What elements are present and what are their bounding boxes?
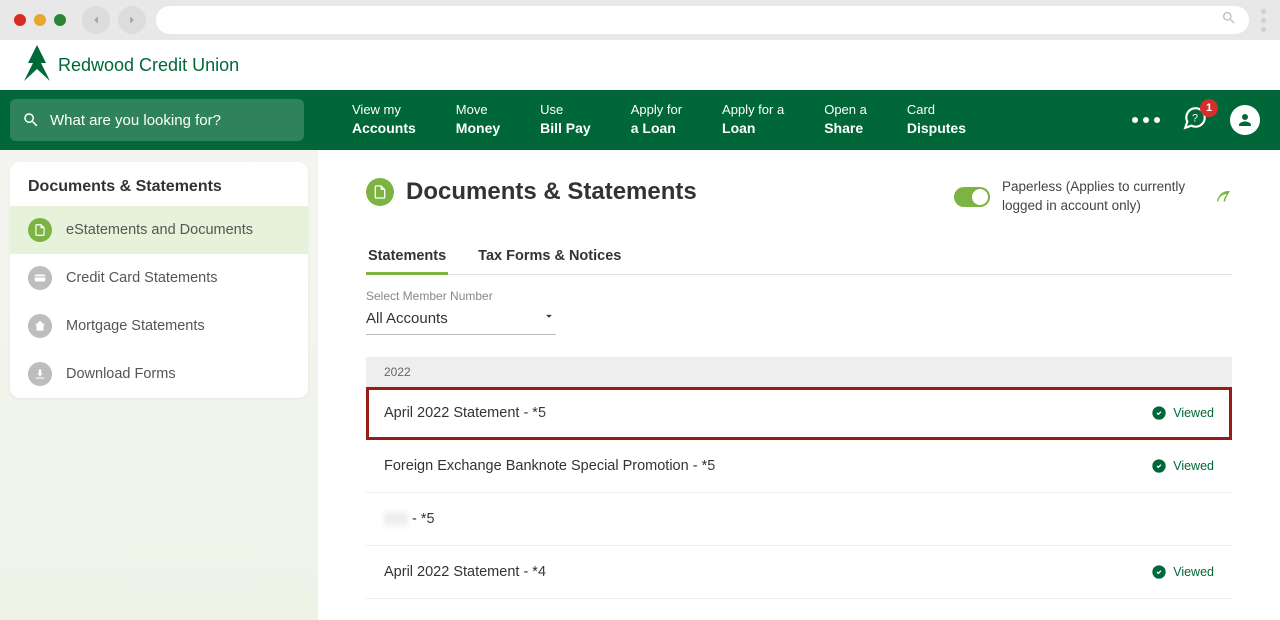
logo-bar: Redwood Credit Union (0, 40, 1280, 90)
card-icon (28, 266, 52, 290)
sidebar-item-label: Credit Card Statements (66, 270, 218, 286)
year-header: 2022 (366, 357, 1232, 387)
document-title: Foreign Exchange Banknote Special Promot… (384, 458, 747, 474)
sidebar-card: Documents & Statements eStatements and D… (10, 162, 308, 398)
viewed-status: Viewed (1151, 564, 1214, 580)
nav-openshare[interactable]: Open aShare (804, 90, 887, 150)
search-icon (1221, 10, 1237, 31)
sidebar-item-mortgage[interactable]: Mortgage Statements (10, 302, 308, 350)
person-icon (1236, 111, 1254, 129)
select-label: Select Member Number (366, 289, 1232, 303)
main-nav: View myAccounts MoveMoney UseBill Pay Ap… (0, 90, 1280, 150)
search-icon (22, 111, 40, 129)
nav-applyloan2[interactable]: Apply for aLoan (702, 90, 804, 150)
logo[interactable]: Redwood Credit Union (24, 45, 239, 86)
sidebar-item-label: eStatements and Documents (66, 222, 253, 238)
search-wrapper[interactable] (10, 99, 304, 141)
tab-taxforms[interactable]: Tax Forms & Notices (476, 240, 623, 274)
maximize-window-button[interactable] (54, 14, 66, 26)
url-bar[interactable] (156, 6, 1249, 34)
check-circle-icon (1151, 564, 1167, 580)
sidebar-item-download[interactable]: Download Forms (10, 350, 308, 398)
paperless-label: Paperless (Applies to currently logged i… (1002, 178, 1202, 216)
nav-disputes[interactable]: CardDisputes (887, 90, 986, 150)
browser-menu-button[interactable] (1261, 9, 1266, 32)
document-title: - *5 (384, 511, 467, 527)
traffic-lights (14, 14, 66, 26)
document-row[interactable]: - *5 (366, 493, 1232, 546)
document-row[interactable]: Foreign Exchange Banknote Special Promot… (366, 440, 1232, 493)
help-button[interactable]: ? 1 (1182, 105, 1208, 136)
document-title: April 2022 Statement - *4 (384, 564, 578, 580)
viewed-status: Viewed (1151, 458, 1214, 474)
home-icon (28, 314, 52, 338)
tabs: Statements Tax Forms & Notices (366, 240, 1232, 275)
leaf-icon (1214, 185, 1232, 208)
nav-billpay[interactable]: UseBill Pay (520, 90, 611, 150)
nav-items: View myAccounts MoveMoney UseBill Pay Ap… (332, 90, 986, 150)
sidebar: Documents & Statements eStatements and D… (0, 150, 318, 620)
document-icon (366, 178, 394, 206)
viewed-status: Viewed (1151, 405, 1214, 421)
more-menu-button[interactable] (1132, 117, 1160, 123)
document-row[interactable]: April 2022 Statement - *5 Viewed (366, 387, 1232, 440)
member-select[interactable]: All Accounts (366, 305, 556, 335)
nav-accounts[interactable]: View myAccounts (332, 90, 436, 150)
tab-statements[interactable]: Statements (366, 240, 448, 274)
sidebar-item-label: Download Forms (66, 366, 176, 382)
search-input[interactable] (50, 112, 292, 129)
main-content: Documents & Statements Paperless (Applie… (318, 150, 1280, 620)
nav-applyloan1[interactable]: Apply fora Loan (611, 90, 702, 150)
sidebar-item-creditcard[interactable]: Credit Card Statements (10, 254, 308, 302)
download-icon (28, 362, 52, 386)
minimize-window-button[interactable] (34, 14, 46, 26)
sidebar-title: Documents & Statements (10, 162, 308, 206)
back-button[interactable] (82, 6, 110, 34)
close-window-button[interactable] (14, 14, 26, 26)
paperless-toggle[interactable] (954, 187, 990, 207)
page-header: Documents & Statements Paperless (Applie… (366, 178, 1232, 216)
document-row[interactable]: April 2022 Statement - *4 Viewed (366, 546, 1232, 599)
notification-badge: 1 (1200, 99, 1218, 117)
sidebar-item-estatements[interactable]: eStatements and Documents (10, 206, 308, 254)
sidebar-item-label: Mortgage Statements (66, 318, 205, 334)
logo-icon (24, 45, 50, 86)
check-circle-icon (1151, 405, 1167, 421)
select-value: All Accounts (366, 310, 448, 327)
logo-text: Redwood Credit Union (58, 55, 239, 76)
profile-button[interactable] (1230, 105, 1260, 135)
page-title: Documents & Statements (406, 178, 697, 206)
nav-money[interactable]: MoveMoney (436, 90, 520, 150)
browser-chrome (0, 0, 1280, 40)
check-circle-icon (1151, 458, 1167, 474)
forward-button[interactable] (118, 6, 146, 34)
chevron-down-icon (542, 309, 556, 328)
svg-text:?: ? (1192, 112, 1198, 124)
document-icon (28, 218, 52, 242)
paperless-toggle-wrap: Paperless (Applies to currently logged i… (954, 178, 1232, 216)
document-title: April 2022 Statement - *5 (384, 405, 578, 421)
